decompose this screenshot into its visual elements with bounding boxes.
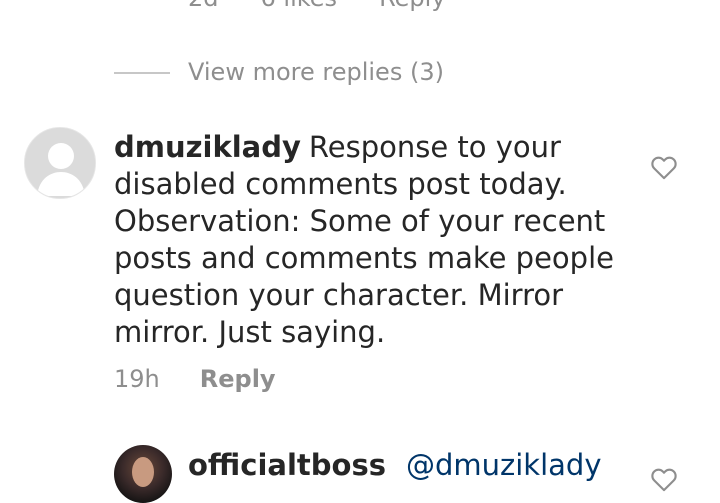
reply-button[interactable]: Reply: [200, 365, 276, 393]
user-photo-icon: [132, 457, 154, 487]
previous-comment-likes[interactable]: 6 likes: [261, 0, 338, 12]
comment-username[interactable]: dmuziklady: [114, 130, 301, 164]
comment-meta: 19h Reply: [114, 365, 276, 393]
previous-comment-time: 2d: [188, 0, 219, 12]
next-reply-header: officialtboss @dmuziklady: [188, 448, 602, 482]
comment-body: dmuziklady Response to your disabled comm…: [114, 129, 634, 351]
reply-heart-outline-icon[interactable]: [650, 466, 678, 492]
default-user-avatar-icon: [25, 128, 95, 198]
reply-mention-link[interactable]: @dmuziklady: [406, 448, 602, 482]
reply-avatar[interactable]: [114, 445, 172, 503]
reply-username[interactable]: officialtboss: [188, 448, 386, 482]
avatar[interactable]: [24, 127, 96, 199]
replies-divider-line: [114, 72, 170, 74]
heart-outline-icon[interactable]: [650, 154, 678, 180]
comment-time: 19h: [114, 365, 160, 393]
previous-comment-meta: 2d 6 likes Reply: [188, 0, 446, 12]
view-more-replies-button[interactable]: View more replies (3): [188, 58, 444, 86]
previous-comment-reply-button[interactable]: Reply: [379, 0, 445, 12]
